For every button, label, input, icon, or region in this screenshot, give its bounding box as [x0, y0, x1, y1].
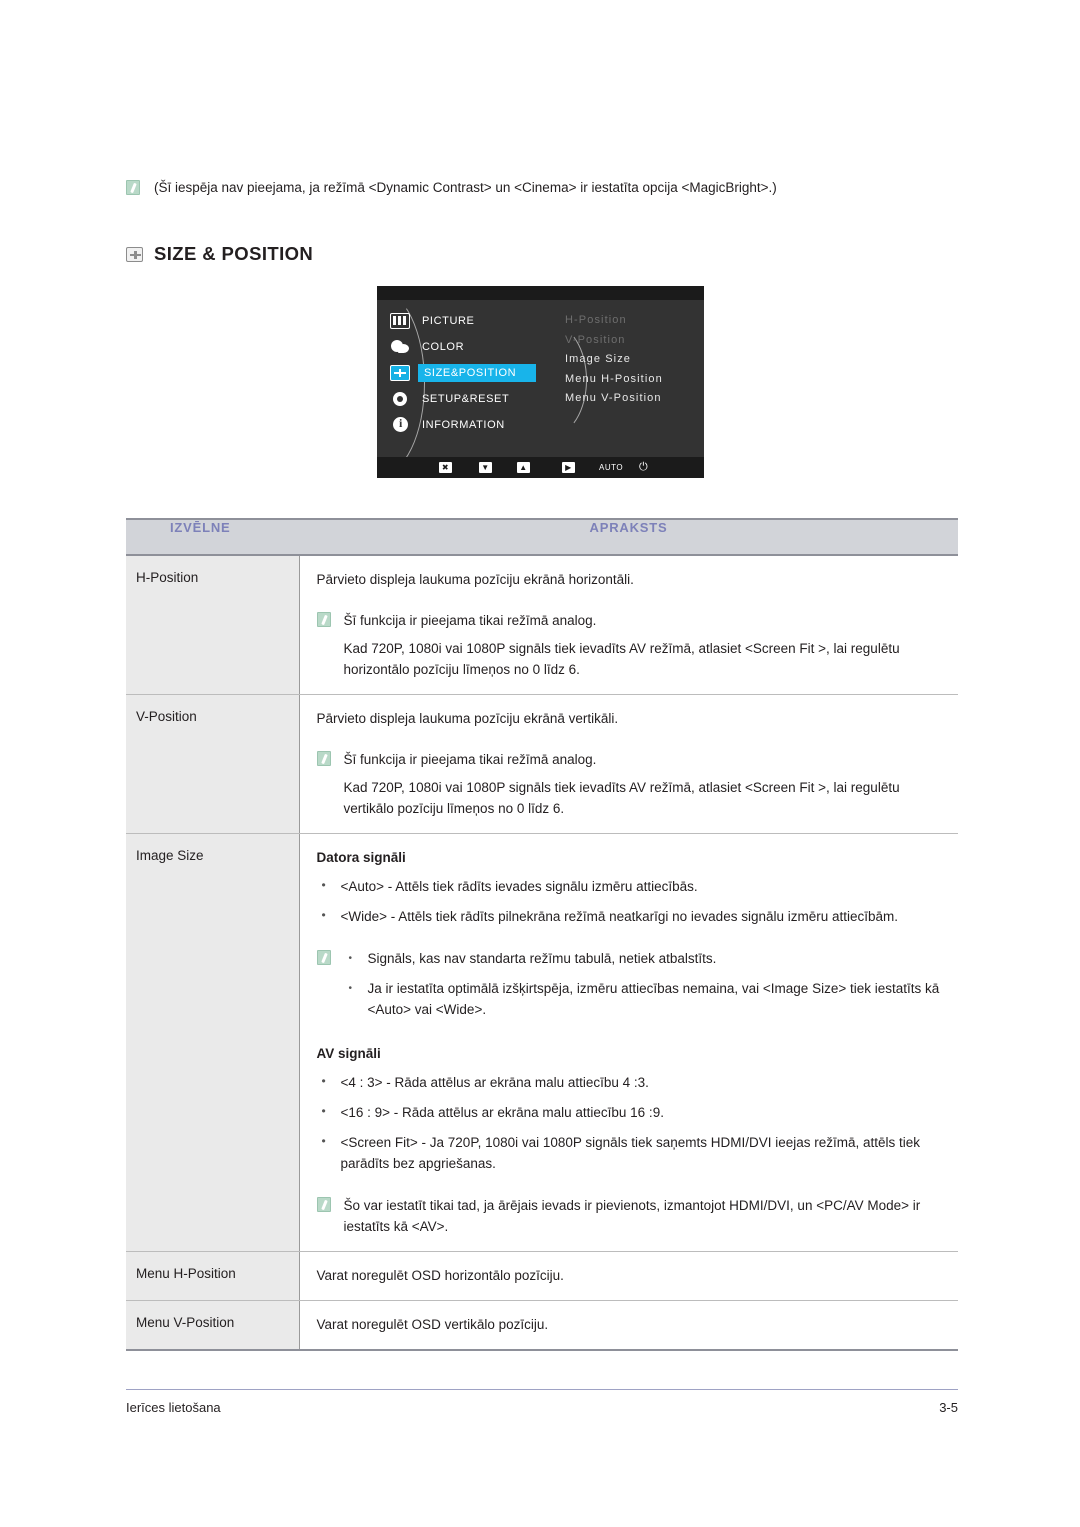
table-row: V-Position Pārvieto displeja laukuma poz…: [126, 694, 958, 834]
menu-name-cell: V-Position: [126, 694, 300, 834]
section-heading: SIZE & POSITION: [126, 243, 313, 265]
info-icon: [390, 416, 410, 433]
description-cell: Pārvieto displeja laukuma pozīciju ekrān…: [299, 694, 958, 834]
av-signals-heading: AV signāli: [316, 1046, 381, 1061]
osd-menu-item-label: SIZE&POSITION: [418, 364, 536, 382]
description-cell: Varat noregulēt OSD horizontālo pozīciju…: [299, 1251, 958, 1301]
menu-name-cell: Image Size: [126, 833, 300, 1252]
osd-menu-item-picture[interactable]: PICTURE: [385, 308, 545, 334]
note-icon: [316, 1197, 331, 1212]
enter-button[interactable]: ▶: [562, 462, 575, 473]
list-item: Signāls, kas nav standarta režīmu tabulā…: [344, 948, 951, 969]
picture-icon: [390, 313, 410, 329]
list-item: <Auto> - Attēls tiek rādīts ievades sign…: [317, 875, 951, 897]
list-item: <16 : 9> - Rāda attēlus ar ekrāna malu a…: [317, 1101, 951, 1123]
exit-button[interactable]: ✖: [439, 462, 452, 473]
menu-name-cell: Menu V-Position: [126, 1300, 300, 1351]
table-row: Image Size Datora signāli <Auto> - Attēl…: [126, 833, 958, 1252]
description-cell: Pārvieto displeja laukuma pozīciju ekrān…: [299, 555, 958, 695]
document-page: (Šī iespēja nav pieejama, ja režīmā <Dyn…: [0, 0, 1080, 1527]
osd-submenu-h-position[interactable]: H-Position: [565, 311, 663, 331]
description-cell: Datora signāli <Auto> - Attēls tiek rādī…: [299, 833, 958, 1252]
osd-menu-item-label: SETUP&RESET: [422, 393, 510, 405]
page-number: 3-5: [939, 1400, 958, 1415]
column-header-menu: IZVĒLNE: [126, 518, 299, 556]
note-text: Šo var iestatīt tikai tad, ja ārējais ie…: [343, 1198, 921, 1234]
down-button[interactable]: ▼: [479, 462, 492, 473]
note-extra-text: Kad 720P, 1080i vai 1080P signāls tiek i…: [343, 780, 900, 816]
note-block: Šī funkcija ir pieejama tikai režīmā ana…: [316, 749, 951, 770]
list-item: Ja ir iestatīta optimālā izšķirtspēja, i…: [344, 978, 951, 1020]
gear-icon: [390, 391, 410, 407]
av-signals-bullet-list: <4 : 3> - Rāda attēlus ar ekrāna malu at…: [317, 1071, 951, 1174]
osd-menu-item-information[interactable]: INFORMATION: [385, 412, 545, 438]
pc-signals-heading: Datora signāli: [316, 850, 406, 865]
osd-submenu-menu-v-position[interactable]: Menu V-Position: [565, 389, 663, 409]
table-row: Menu V-Position Varat noregulēt OSD vert…: [126, 1300, 958, 1351]
power-button[interactable]: ⏻: [639, 461, 648, 474]
list-item: <4 : 3> - Rāda attēlus ar ekrāna malu at…: [317, 1071, 951, 1093]
footer-divider: [126, 1389, 958, 1390]
osd-menu-item-label: INFORMATION: [422, 419, 505, 431]
note-text: Šī funkcija ir pieejama tikai režīmā ana…: [343, 613, 597, 628]
size-position-icon: [390, 365, 410, 381]
note-block: Signāls, kas nav standarta režīmu tabulā…: [316, 948, 951, 1029]
menu-name-cell: Menu H-Position: [126, 1251, 300, 1301]
osd-submenu-menu-h-position[interactable]: Menu H-Position: [565, 370, 663, 390]
pc-signals-bullet-list: <Auto> - Attēls tiek rādīts ievades sign…: [317, 875, 951, 927]
note-block: Šo var iestatīt tikai tad, ja ārējais ie…: [316, 1195, 951, 1237]
note-icon: [126, 180, 140, 195]
top-note-text: (Šī iespēja nav pieejama, ja režīmā <Dyn…: [154, 180, 777, 195]
auto-button[interactable]: AUTO: [599, 463, 623, 472]
osd-submenu-v-position[interactable]: V-Position: [565, 331, 663, 351]
settings-table: IZVĒLNE APRAKSTS H-Position Pārvieto dis…: [126, 518, 958, 1351]
table-row: Menu H-Position Varat noregulēt OSD hori…: [126, 1251, 958, 1301]
osd-main-menu-list: PICTURE COLOR SIZE&POSITION SETUP&RESET …: [385, 308, 545, 438]
page-title: SIZE & POSITION: [154, 243, 314, 264]
osd-menu-screenshot: PICTURE COLOR SIZE&POSITION SETUP&RESET …: [377, 286, 704, 478]
description-intro: Pārvieto displeja laukuma pozīciju ekrān…: [316, 711, 619, 726]
osd-menu-item-color[interactable]: COLOR: [385, 334, 545, 360]
top-note: (Šī iespēja nav pieejama, ja režīmā <Dyn…: [126, 178, 956, 197]
note-text: Šī funkcija ir pieejama tikai režīmā ana…: [343, 752, 597, 767]
table-header-row: IZVĒLNE APRAKSTS: [126, 518, 958, 556]
osd-menu-item-size-position[interactable]: SIZE&POSITION: [385, 360, 545, 386]
list-item: <Screen Fit> - Ja 720P, 1080i vai 1080P …: [317, 1131, 951, 1174]
note-block: Šī funkcija ir pieejama tikai režīmā ana…: [316, 610, 951, 631]
color-icon: [390, 339, 410, 355]
table-row: H-Position Pārvieto displeja laukuma poz…: [126, 555, 958, 695]
menu-name-cell: H-Position: [126, 555, 300, 695]
osd-menu-item-setup-reset[interactable]: SETUP&RESET: [385, 386, 545, 412]
osd-button-bar: ✖ ▼ ▲ ▶ AUTO ⏻: [377, 457, 704, 478]
up-button[interactable]: ▲: [517, 462, 530, 473]
osd-menu-item-label: COLOR: [422, 341, 465, 353]
pc-signals-note-list: Signāls, kas nav standarta režīmu tabulā…: [344, 948, 951, 1029]
osd-menu-item-label: PICTURE: [422, 315, 475, 327]
description-cell: Varat noregulēt OSD vertikālo pozīciju.: [299, 1300, 958, 1351]
column-header-description: APRAKSTS: [299, 518, 958, 556]
note-icon: [316, 751, 331, 766]
note-extra-text: Kad 720P, 1080i vai 1080P signāls tiek i…: [343, 641, 900, 677]
osd-top-bar: [377, 286, 704, 300]
list-item: <Wide> - Attēls tiek rādīts pilnekrāna r…: [317, 905, 951, 927]
size-position-icon: [126, 246, 143, 262]
osd-submenu-image-size[interactable]: Image Size: [565, 350, 663, 370]
osd-submenu-list: H-Position V-Position Image Size Menu H-…: [565, 311, 663, 409]
description-intro: Pārvieto displeja laukuma pozīciju ekrān…: [316, 572, 634, 587]
note-icon: [316, 950, 331, 965]
note-icon: [316, 612, 331, 627]
